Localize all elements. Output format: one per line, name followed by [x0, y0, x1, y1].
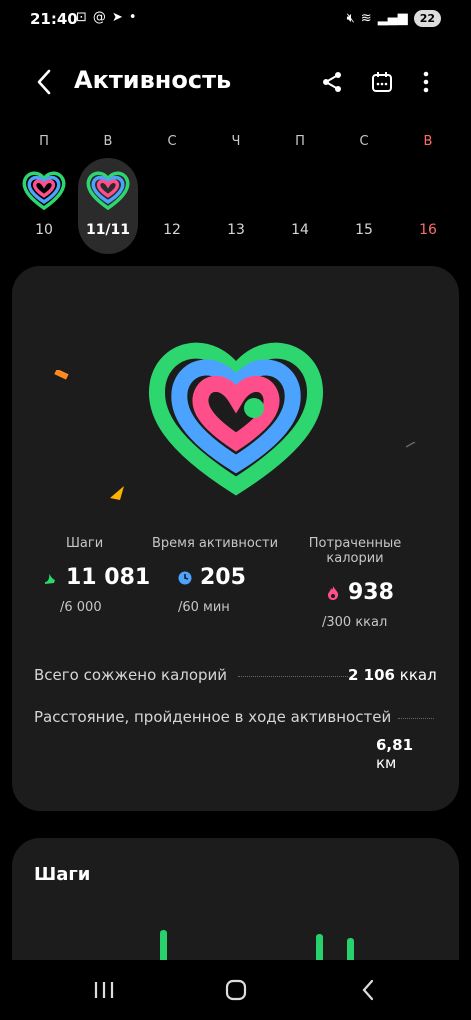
back-icon [37, 69, 51, 95]
back-button[interactable] [26, 64, 62, 100]
calories-value-row: 938 [280, 580, 430, 605]
day-number: 11/11 [85, 222, 131, 238]
calories-value: 938 [348, 580, 394, 605]
status-bar: 21:40 ⊡ @ ➤ • 🔇︎ ≋ ▂▄▆ 22 [0, 0, 471, 40]
steps-card-title: Шаги [34, 864, 91, 885]
calendar-button[interactable] [364, 64, 400, 100]
steps-value: 11 081 [66, 565, 151, 590]
mute-icon: 🔇︎ [346, 11, 355, 26]
screenshot-icon: ⊡ [76, 10, 87, 25]
day-number: 10 [35, 222, 53, 238]
day-10[interactable]: П 10 [14, 128, 74, 256]
calories-stat[interactable]: Потраченные калории 938 /300 ккал [280, 536, 430, 630]
distance-label: Расстояние, пройденное в ходе активносте… [34, 708, 392, 726]
page-title: Активность [74, 66, 232, 94]
status-time: 21:40 [30, 10, 78, 28]
back-icon [362, 979, 374, 1001]
day-letter: С [167, 134, 177, 149]
dot-icon: • [128, 10, 137, 25]
total-calories-label: Всего сожжено калорий [34, 666, 228, 684]
active-time-label: Время активности [151, 536, 279, 551]
home-button[interactable] [216, 974, 256, 1006]
calendar-icon [372, 72, 392, 92]
day-number: 16 [419, 222, 437, 238]
distance-value-group: 6,81 км [376, 736, 438, 772]
more-icon [423, 71, 429, 93]
share-button[interactable] [314, 64, 350, 100]
day-letter: П [39, 134, 49, 149]
day-letter: Ч [231, 134, 241, 149]
day-16[interactable]: В 16 [398, 128, 458, 256]
recents-icon [94, 982, 114, 998]
day-letter: П [295, 134, 305, 149]
share-icon [323, 72, 341, 92]
distance-value: 6,81 [376, 736, 414, 754]
day-13[interactable]: Ч 13 [206, 128, 266, 256]
calories-label: Потраченные калории [308, 536, 402, 566]
telegram-icon: ➤ [111, 10, 123, 25]
more-button[interactable] [408, 64, 444, 100]
steps-card[interactable]: Шаги [12, 838, 459, 968]
system-nav-bar [0, 960, 471, 1020]
app-bar: Активность [0, 52, 471, 112]
day-11-selected[interactable]: В 11/11 [78, 134, 138, 254]
mini-heart-icon [86, 171, 130, 210]
active-time-goal: /60 мин [178, 600, 230, 615]
total-calories-row: Всего сожжено калорий 2 106 ккал [34, 666, 438, 684]
day-letter: В [423, 134, 433, 149]
confetti-decoration [110, 486, 124, 500]
home-icon [225, 979, 247, 1001]
mini-heart-icon [22, 171, 66, 210]
day-number: 13 [227, 222, 245, 238]
signal-icon: ▂▄▆ [377, 11, 408, 26]
active-time-stat[interactable]: Время активности 205 /60 мин [140, 536, 290, 615]
status-system-icons: 🔇︎ ≋ ▂▄▆ 22 [347, 10, 441, 27]
distance-row: Расстояние, пройденное в ходе активносте… [34, 708, 438, 772]
wifi-icon: ≋ [360, 11, 372, 26]
distance-unit: км [376, 754, 397, 772]
day-number: 15 [355, 222, 373, 238]
active-time-value-row: 205 [140, 565, 290, 590]
day-number: 14 [291, 222, 309, 238]
day-number: 12 [163, 222, 181, 238]
recents-button[interactable] [84, 974, 124, 1006]
at-icon: @ [92, 10, 106, 25]
confetti-decoration [406, 442, 416, 448]
day-15[interactable]: С 15 [334, 128, 394, 256]
activity-summary-card: Шаги 11 081 /6 000 Время активности 205 … [12, 266, 459, 811]
day-letter: В [103, 134, 113, 149]
steps-icon [45, 573, 55, 584]
total-calories-value-group: 2 106 ккал [348, 666, 437, 684]
total-calories-value: 2 106 [348, 666, 395, 684]
status-notification-icons: ⊡ @ ➤ • [76, 10, 136, 25]
day-14[interactable]: П 14 [270, 128, 330, 256]
battery-indicator: 22 [413, 10, 441, 27]
clock-icon [178, 571, 192, 584]
flame-icon [328, 585, 339, 600]
nav-back-button[interactable] [348, 974, 388, 1006]
active-time-value: 205 [200, 565, 246, 590]
confetti-decoration [54, 370, 69, 380]
day-12[interactable]: С 12 [142, 128, 202, 256]
dotted-leader [398, 718, 434, 719]
total-calories-unit: ккал [399, 666, 437, 684]
week-selector: П 10 В 11/11 С 12 Ч 13 П 14 С 15 В 16 [12, 128, 459, 258]
day-letter: С [359, 134, 369, 149]
dotted-leader [238, 676, 348, 677]
activity-rings-heart [149, 342, 323, 496]
calories-goal: /300 ккал [322, 615, 388, 630]
